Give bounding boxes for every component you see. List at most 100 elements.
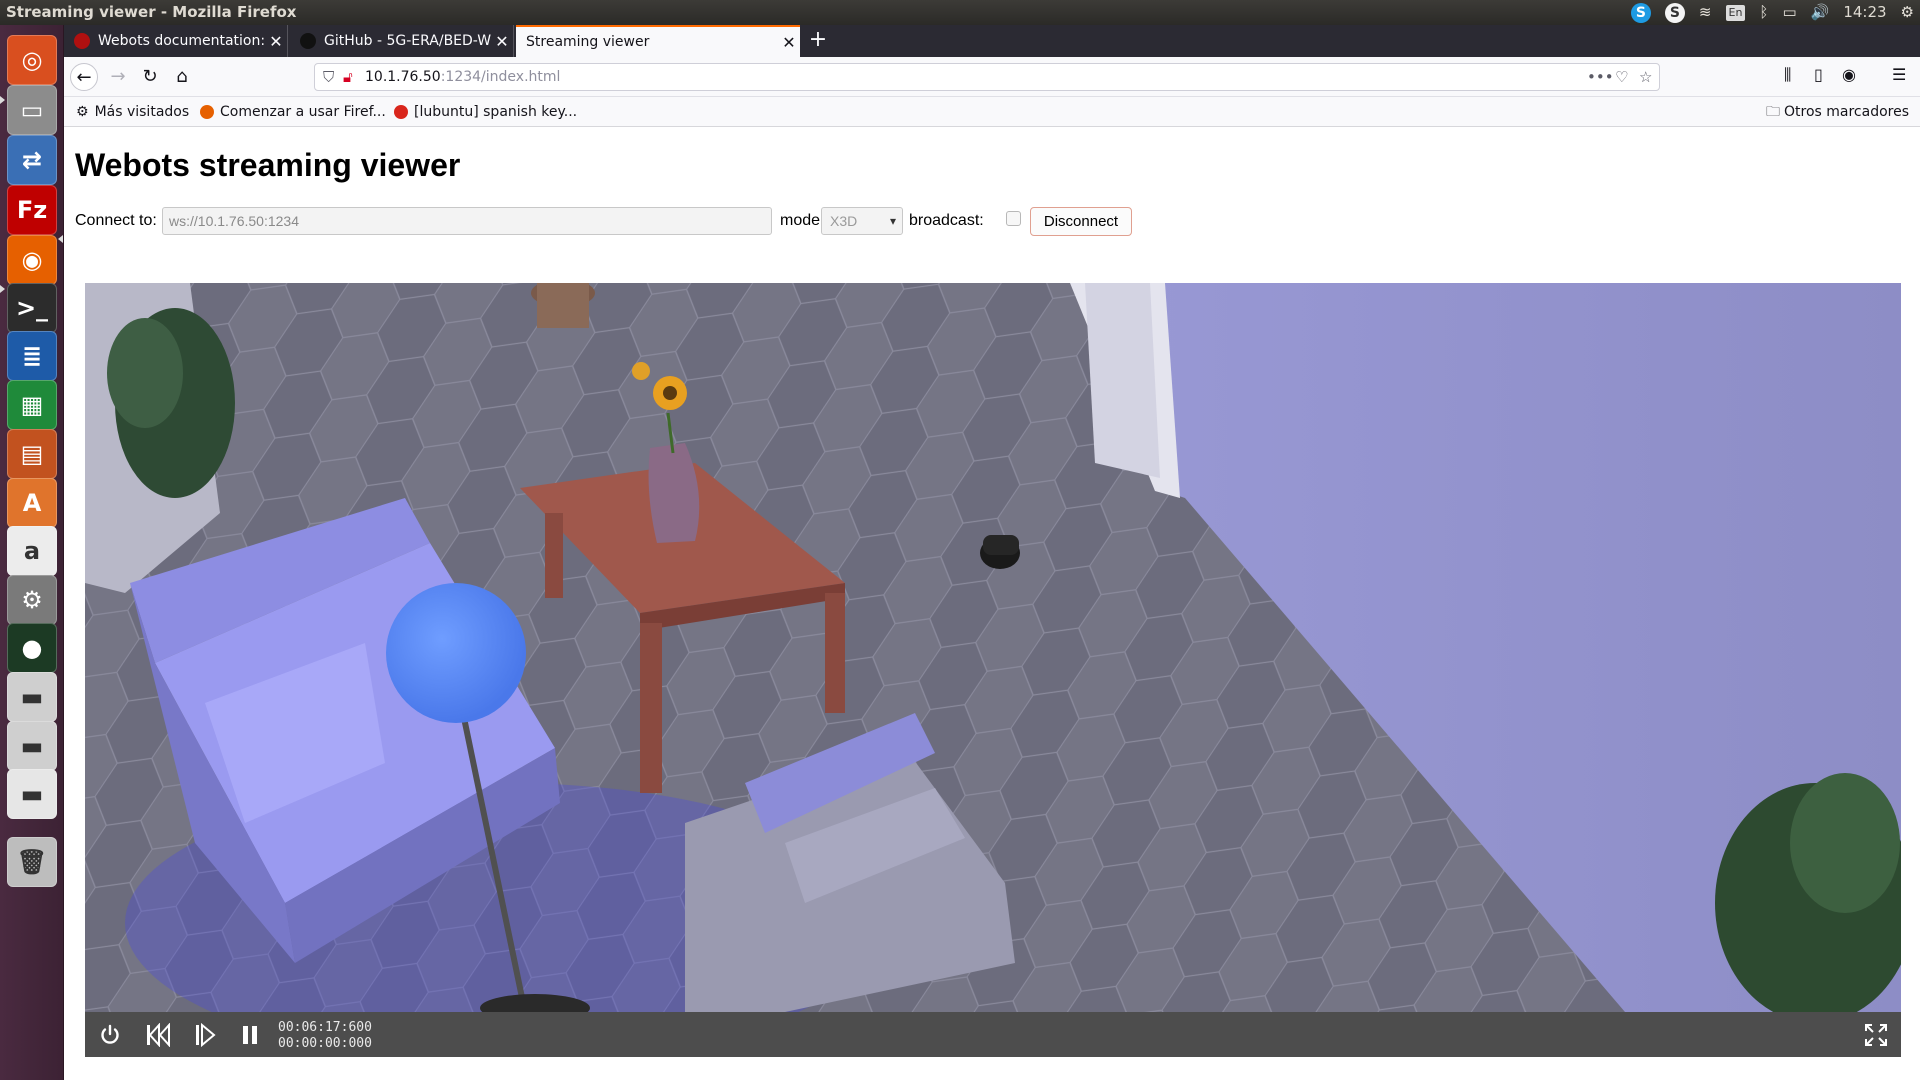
webots-favicon-icon: [74, 33, 90, 49]
connect-label: Connect to:: [75, 212, 157, 229]
real-time: 00:00:00:000: [278, 1036, 372, 1051]
close-icon[interactable]: ✕: [491, 32, 513, 51]
new-tab-button[interactable]: +: [804, 25, 832, 57]
drive-1-icon: ▬: [20, 683, 44, 711]
simulation-3d-view[interactable]: [85, 283, 1901, 1012]
launcher-libreoffice-writer[interactable]: ≣: [7, 331, 57, 381]
shield-icon[interactable]: ⛉: [323, 64, 334, 90]
step-button[interactable]: [190, 1020, 220, 1050]
home-button[interactable]: ⌂: [168, 63, 196, 91]
launcher-remote-desktop[interactable]: ⇄: [7, 135, 57, 185]
simulation-time-display: 00:06:17:600 00:00:00:000: [278, 1020, 372, 1052]
mode-label: mode:: [780, 212, 825, 229]
forward-button[interactable]: →: [104, 63, 132, 91]
broadcast-checkbox[interactable]: [1006, 211, 1021, 226]
reload-button[interactable]: ↻: [136, 63, 164, 91]
launcher-drive-3[interactable]: ▬: [7, 769, 57, 819]
quit-power-button[interactable]: [95, 1020, 125, 1050]
mode-select[interactable]: X3D ▾: [821, 207, 903, 235]
library-icon[interactable]: ⫼: [1784, 65, 1791, 85]
reset-button[interactable]: [143, 1020, 173, 1050]
launcher-trash[interactable]: 🗑: [7, 837, 57, 887]
system-settings-icon: ⚙: [21, 586, 43, 614]
launcher-drive-2[interactable]: ▬: [7, 721, 57, 771]
other-bookmarks[interactable]: 🗀 Otros marcadores: [1766, 97, 1909, 127]
fullscreen-button[interactable]: [1861, 1020, 1891, 1050]
window-title: Streaming viewer - Mozilla Firefox: [6, 3, 297, 21]
launcher-ubuntu-dash[interactable]: ◎: [7, 35, 57, 85]
launcher-webcam[interactable]: ●: [7, 623, 57, 673]
bookmark-label: Más visitados: [94, 104, 190, 120]
remote-desktop-icon: ⇄: [21, 146, 43, 174]
keyboard-layout-indicator[interactable]: En: [1725, 4, 1746, 21]
chevron-down-icon: ▾: [889, 214, 896, 228]
tab-label: Webots documentation:: [98, 33, 265, 49]
launcher: ◎ ▭ ⇄ Fz ◉ >_ ≣ ▦ ▤ Aa ⚙ ● ▬ ▬ ▬ 🗑: [0, 25, 64, 1080]
tab-streaming-viewer[interactable]: Streaming viewer ✕: [516, 25, 800, 57]
disconnect-button[interactable]: Disconnect: [1030, 207, 1132, 236]
launcher-system-settings[interactable]: ⚙: [7, 575, 57, 625]
launcher-file-manager[interactable]: ▭: [7, 85, 57, 135]
top-panel: Streaming viewer - Mozilla Firefox S S ≋…: [0, 0, 1920, 25]
page-title: Webots streaming viewer: [75, 147, 461, 183]
wifi-icon[interactable]: ≋: [1699, 0, 1712, 25]
amazon-icon: a: [23, 537, 41, 565]
filezilla-icon: Fz: [16, 196, 48, 224]
folder-icon: 🗀: [1766, 104, 1780, 120]
volume-icon[interactable]: 🔊: [1811, 0, 1830, 25]
insecure-lock-icon[interactable]: 🔓︎: [343, 64, 353, 90]
launcher-filezilla[interactable]: Fz: [7, 185, 57, 235]
firefox-icon: ◉: [21, 246, 43, 274]
bookmark-label: [lubuntu] spanish key...: [414, 104, 578, 120]
launcher-drive-1[interactable]: ▬: [7, 672, 57, 722]
terminal-icon: >_: [15, 294, 49, 322]
clock[interactable]: 14:23: [1843, 0, 1886, 25]
launcher-libreoffice-impress[interactable]: ▤: [7, 429, 57, 479]
url-text[interactable]: 10.1.76.50:1234/index.html: [365, 64, 560, 90]
bookmarks-bar: ⚙ Más visitados Comenzar a usar Firef...…: [64, 97, 1920, 127]
back-button[interactable]: ←: [70, 63, 98, 91]
bookmark-lubuntu[interactable]: [lubuntu] spanish key...: [394, 97, 577, 127]
bookmark-label: Comenzar a usar Firef...: [220, 104, 386, 120]
pause-icon: [243, 1026, 257, 1044]
trash-icon: 🗑: [16, 848, 48, 876]
tab-github[interactable]: GitHub - 5G-ERA/BED-W ✕: [290, 25, 514, 57]
page-actions-icon[interactable]: •••: [1587, 64, 1614, 90]
other-bookmarks-label: Otros marcadores: [1784, 104, 1910, 120]
gear-icon[interactable]: ⚙: [1901, 0, 1914, 25]
launcher-software-center[interactable]: A: [7, 478, 57, 528]
launcher-terminal[interactable]: >_: [7, 283, 57, 333]
close-icon[interactable]: ✕: [778, 33, 800, 52]
tab-webots-documentation[interactable]: Webots documentation: ✕: [64, 25, 288, 57]
step-icon: [196, 1023, 216, 1047]
launcher-libreoffice-calc[interactable]: ▦: [7, 380, 57, 430]
launcher-firefox[interactable]: ◉: [7, 235, 57, 285]
connect-url-input[interactable]: [162, 207, 772, 235]
url-host: 10.1.76.50: [365, 69, 441, 85]
bookmark-getting-started[interactable]: Comenzar a usar Firef...: [200, 97, 386, 127]
skype-icon[interactable]: S: [1630, 2, 1651, 23]
pause-button[interactable]: [235, 1020, 265, 1050]
simulation-toolbar: 00:06:17:600 00:00:00:000: [85, 1012, 1901, 1057]
system-tray: S S ≋ En ᛒ ▭ 🔊 14:23 ⚙: [1630, 0, 1914, 25]
mode-selected-value: X3D: [830, 213, 858, 229]
skype-alt-icon[interactable]: S: [1664, 2, 1685, 23]
bookmark-most-visited[interactable]: ⚙ Más visitados: [76, 97, 189, 127]
libreoffice-calc-icon: ▦: [20, 391, 44, 419]
close-icon[interactable]: ✕: [265, 32, 287, 51]
account-icon[interactable]: ◉: [1842, 65, 1856, 84]
launcher-amazon[interactable]: a: [7, 526, 57, 576]
webcam-icon: ●: [21, 634, 43, 662]
menu-icon[interactable]: ☰: [1892, 65, 1906, 84]
sidebar-icon[interactable]: ▯: [1814, 65, 1823, 84]
pocket-icon[interactable]: ♡: [1615, 64, 1628, 90]
software-center-icon: A: [22, 489, 42, 517]
url-bar[interactable]: ⛉ 🔓︎ 10.1.76.50:1234/index.html ••• ♡ ☆: [314, 63, 1660, 91]
tab-strip: Webots documentation: ✕ GitHub - 5G-ERA/…: [64, 25, 1920, 57]
battery-icon[interactable]: ▭: [1782, 0, 1796, 25]
fullscreen-icon: [1865, 1024, 1887, 1046]
bluetooth-icon[interactable]: ᛒ: [1759, 0, 1768, 25]
bookmark-star-icon[interactable]: ☆: [1639, 64, 1652, 90]
running-indicator: [0, 96, 5, 104]
tab-label: GitHub - 5G-ERA/BED-W: [324, 33, 491, 49]
